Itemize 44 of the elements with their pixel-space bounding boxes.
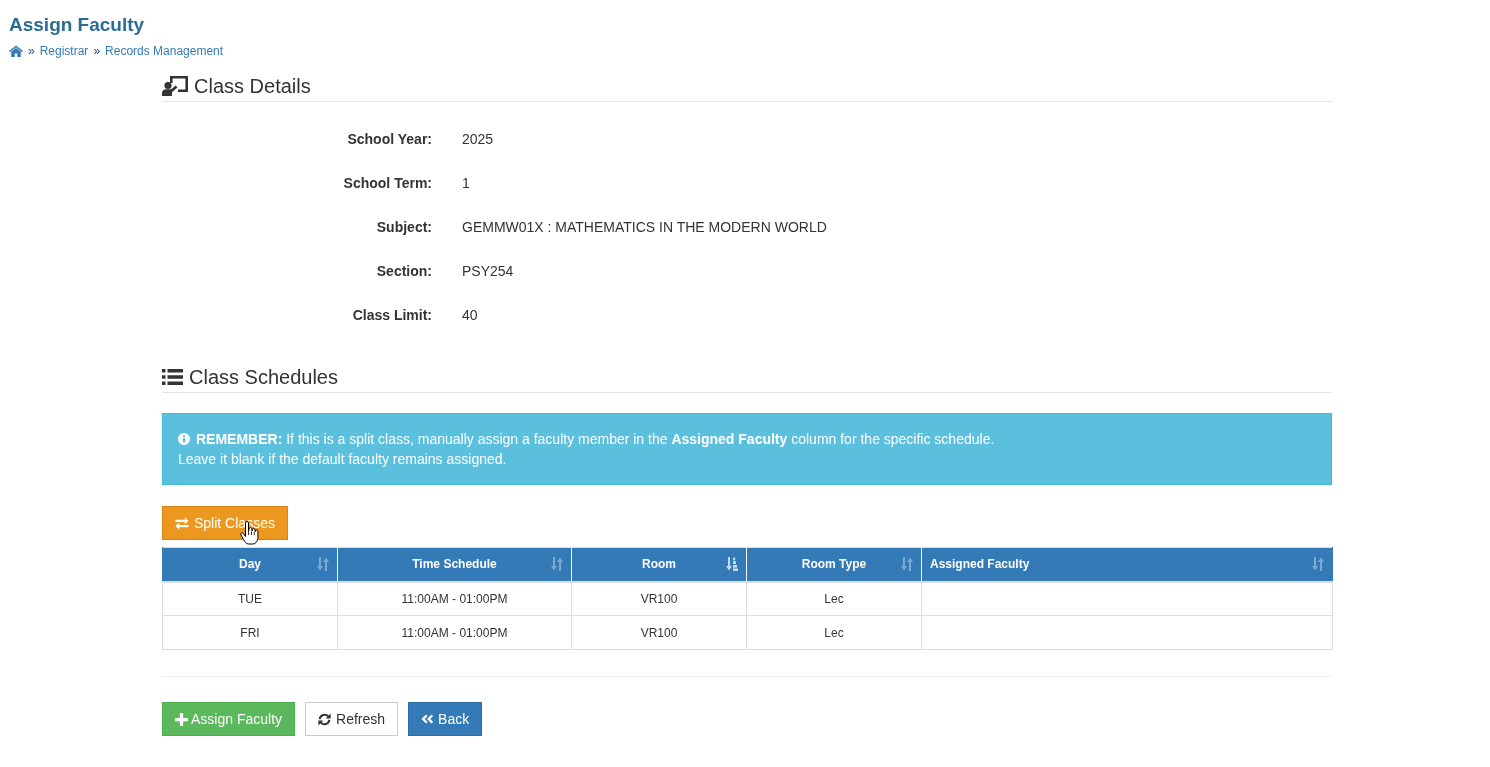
field-label: Section:: [376, 262, 432, 281]
table-cell: FRI: [162, 615, 338, 650]
alert-text: Leave it blank if the default faculty remains assigned.: [178, 450, 507, 469]
page-title: Assign Faculty: [9, 13, 145, 37]
table-cell: TUE: [162, 581, 338, 616]
table-cell: Lec: [746, 581, 922, 616]
field-value: PSY254: [462, 262, 514, 281]
field-value: 1: [462, 174, 470, 193]
field-value: GEMMW01X : MATHEMATICS IN THE MODERN WORLD: [462, 218, 827, 237]
table-cell: 11:00AM - 01:00PM: [337, 581, 572, 616]
plus-icon: [175, 712, 188, 726]
assign-faculty-button[interactable]: Assign Faculty: [162, 702, 296, 736]
back-button[interactable]: Back: [408, 702, 483, 736]
breadcrumb-separator: »: [28, 43, 35, 59]
field-label: Class Limit:: [352, 306, 432, 325]
section-heading: Class Schedules: [189, 365, 338, 390]
column-header[interactable]: Room: [571, 547, 747, 582]
table-cell: VR100: [571, 581, 747, 616]
alert-text: REMEMBER: If this is a split class, manually assign a faculty member in the Assigned Faculty column for the specific schedule.: [196, 430, 995, 449]
field-label: School Year:: [347, 130, 432, 149]
field-value: 2025: [462, 130, 494, 149]
swap-arrows-icon: [175, 516, 189, 530]
breadcrumb-separator: »: [93, 43, 101, 59]
double-chevron-left-icon: [421, 714, 434, 724]
split-classes-button[interactable]: Split Classes: [162, 506, 288, 540]
home-icon[interactable]: [9, 45, 23, 57]
column-header[interactable]: Assigned Faculty: [921, 547, 1333, 582]
breadcrumb-link[interactable]: Registrar: [39, 43, 89, 59]
breadcrumb-link[interactable]: Records Management: [105, 43, 224, 59]
person-board-icon: [162, 76, 188, 96]
table-cell: 11:00AM - 01:00PM: [337, 615, 572, 650]
info-icon: [178, 433, 190, 445]
column-header[interactable]: Time Schedule: [337, 547, 572, 582]
column-header[interactable]: Room Type: [746, 547, 922, 582]
field-label: School Term:: [343, 174, 432, 193]
refresh-button[interactable]: Refresh: [305, 702, 399, 736]
list-icon: [162, 369, 183, 385]
section-heading: Class Details: [194, 74, 311, 99]
field-label: Subject:: [376, 218, 432, 237]
field-value: 40: [462, 306, 478, 325]
refresh-icon: [318, 712, 332, 726]
table-cell: VR100: [571, 615, 747, 650]
column-header[interactable]: Day: [162, 547, 338, 582]
table-cell: Lec: [746, 615, 922, 650]
